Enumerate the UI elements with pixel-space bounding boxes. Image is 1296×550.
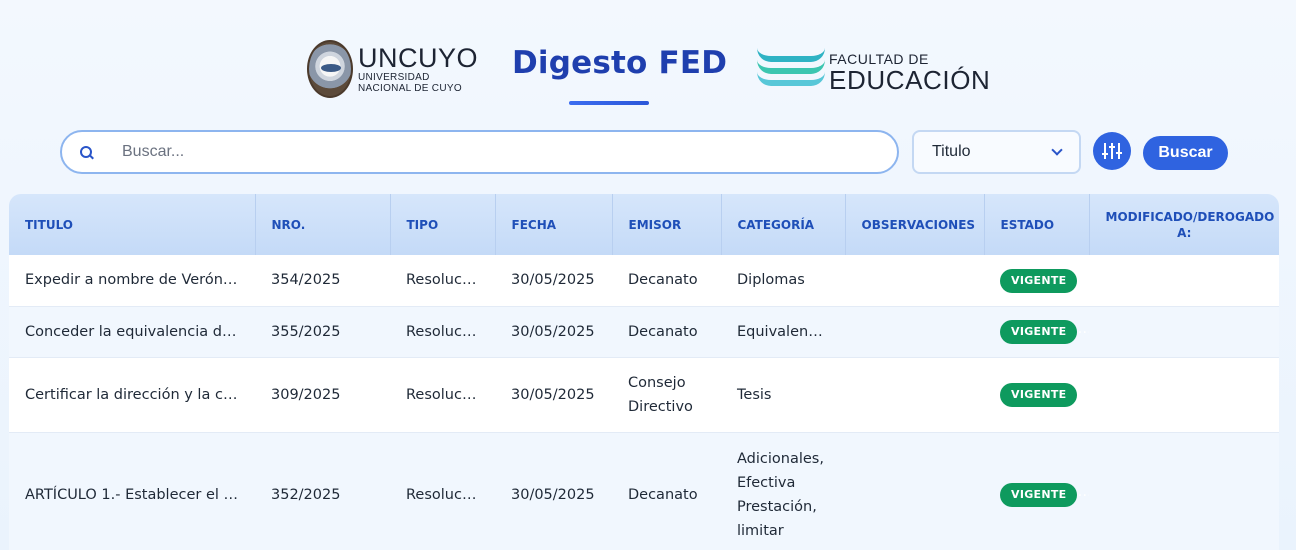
faculty-small-text: FACULTAD DE (829, 50, 929, 67)
column-header-categoria[interactable]: CATEGORÍA (721, 194, 846, 255)
cell-titulo[interactable]: Conceder la equivalencia de ... (9, 306, 255, 357)
status-badge: VIGENTE (1000, 268, 1078, 293)
cell-categoria: Diplomas (737, 272, 805, 289)
column-header-estado[interactable]: ESTADO (984, 194, 1090, 255)
cell-categoria: Adicionales, Efectiva Prestación, limita… (737, 450, 824, 539)
cell-modificado (1089, 255, 1279, 306)
page-title: Digesto FED (512, 45, 728, 81)
column-header-titulo[interactable]: TITULO (9, 194, 256, 255)
cell-emisor: Decanato (628, 486, 698, 503)
select-value: Titulo (932, 143, 971, 160)
table-header-row: TITULO NRO. TIPO FECHA EMISOR CATEGORÍA … (9, 194, 1279, 255)
sliders-icon (1102, 143, 1122, 159)
cell-titulo[interactable]: Expedir a nombre de Verónic... (9, 255, 255, 306)
cell-fecha: 30/05/2025 (511, 386, 595, 403)
cell-estado: VIGENTE (984, 306, 1089, 357)
table-row[interactable]: Expedir a nombre de Verónic... 354/2025 … (9, 255, 1279, 306)
cell-emisor: Decanato (628, 323, 698, 340)
uncuyo-name: UNCUYO (358, 42, 479, 73)
cell-modificado (1089, 306, 1279, 357)
cell-fecha: 30/05/2025 (511, 486, 595, 503)
faculty-logo[interactable]: FACULTAD DE EDUCACIÓN (757, 48, 990, 96)
cell-tipo: Resolucion (406, 323, 485, 340)
cell-fecha: 30/05/2025 (511, 272, 595, 289)
cell-modificado (1089, 357, 1279, 432)
cell-tipo: Resolucion (406, 386, 485, 403)
uncuyo-line1: UNIVERSIDAD (358, 71, 430, 83)
university-seal-icon (307, 40, 353, 98)
cell-modificado (1089, 432, 1279, 550)
status-badge: VIGENTE (1000, 320, 1078, 344)
results-table: TITULO NRO. TIPO FECHA EMISOR CATEGORÍA … (9, 194, 1279, 550)
column-header-fecha[interactable]: FECHA (495, 194, 613, 255)
cell-categoria: Equivalencias (737, 323, 837, 340)
status-badge: VIGENTE (1000, 383, 1078, 407)
cell-titulo[interactable]: ARTÍCULO 1.- Establecer el U... (9, 432, 255, 550)
cell-titulo[interactable]: Certificar la dirección y la co... (9, 357, 255, 432)
column-header-modificado[interactable]: MODIFICADO/DEROGADO A: (1089, 194, 1279, 255)
uncuyo-line2: NACIONAL DE CUYO (358, 82, 462, 94)
cell-categoria: Tesis (737, 386, 772, 403)
search-button[interactable]: Buscar (1143, 136, 1228, 170)
cell-nro: 309/2025 (271, 386, 341, 403)
table-row[interactable]: Conceder la equivalencia de ... 355/2025… (9, 306, 1279, 357)
cell-observaciones (845, 432, 984, 550)
cell-nro: 354/2025 (271, 272, 341, 289)
cell-emisor: Decanato (628, 272, 698, 289)
column-header-observaciones[interactable]: OBSERVACIONES (845, 194, 985, 255)
cell-tipo: Resolucion (406, 486, 485, 503)
column-header-nro[interactable]: NRO. (255, 194, 391, 255)
cell-estado: VIGENTE (984, 357, 1089, 432)
faculty-big-text: EDUCACIÓN (829, 64, 991, 95)
cell-estado: VIGENTE (984, 432, 1089, 550)
cell-observaciones (845, 255, 984, 306)
column-header-tipo[interactable]: TIPO (390, 194, 496, 255)
column-header-emisor[interactable]: EMISOR (612, 194, 722, 255)
title-underline (569, 101, 649, 105)
chevron-down-icon (1051, 144, 1063, 156)
search-box[interactable] (60, 130, 899, 174)
cell-tipo: Resolucion (406, 272, 485, 289)
cell-nro: 355/2025 (271, 323, 341, 340)
cell-nro: 352/2025 (271, 486, 341, 503)
search-icon (80, 146, 92, 158)
cell-observaciones (845, 306, 984, 357)
search-input[interactable] (122, 143, 822, 161)
faculty-wave-icon (757, 48, 825, 96)
search-field-select[interactable]: Titulo (912, 130, 1081, 174)
advanced-filter-button[interactable] (1093, 132, 1131, 170)
table-row[interactable]: ARTÍCULO 1.- Establecer el U... 352/2025… (9, 432, 1279, 550)
cell-emisor: Consejo Directivo (628, 374, 693, 415)
header: UNCUYO UNIVERSIDAD NACIONAL DE CUYO Dige… (0, 0, 1296, 120)
cell-observaciones (845, 357, 984, 432)
uncuyo-logo[interactable]: UNCUYO UNIVERSIDAD NACIONAL DE CUYO (307, 40, 478, 98)
status-badge: VIGENTE (1000, 483, 1078, 507)
cell-fecha: 30/05/2025 (511, 323, 595, 340)
table-row[interactable]: Certificar la dirección y la co... 309/2… (9, 357, 1279, 432)
cell-estado: VIGENTE (984, 255, 1089, 306)
